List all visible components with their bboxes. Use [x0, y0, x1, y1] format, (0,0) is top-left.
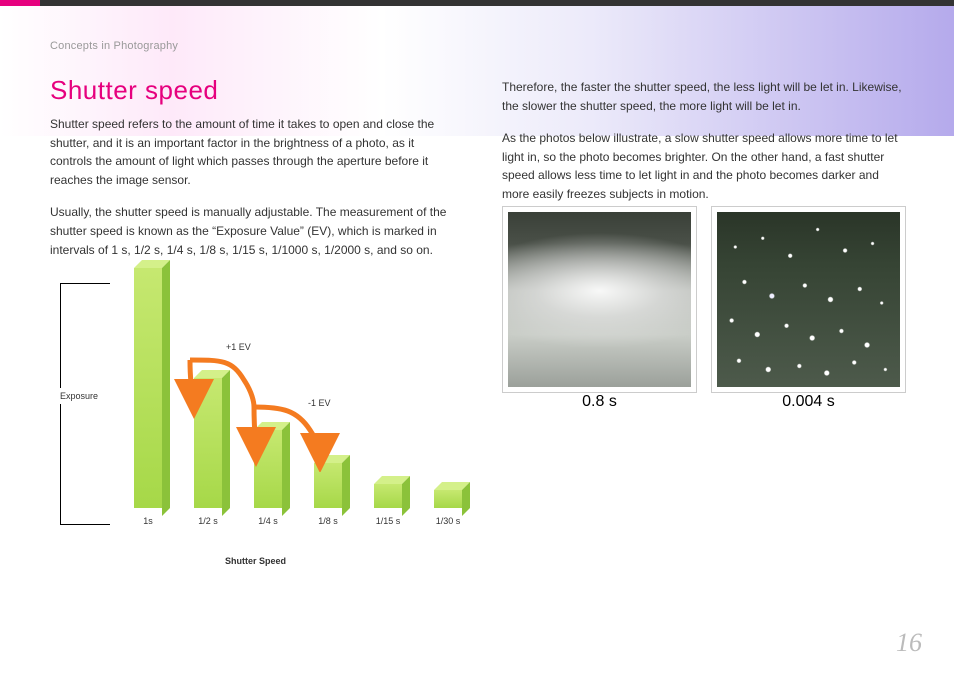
bar-label: 1s	[143, 516, 153, 526]
bar	[194, 378, 222, 508]
page-title: Shutter speed	[50, 75, 218, 106]
y-axis-bracket	[60, 283, 110, 525]
paragraph: As the photos below illustrate, a slow s…	[502, 129, 907, 203]
bar-slot: 1s	[118, 268, 178, 526]
paragraph: Therefore, the faster the shutter speed,…	[502, 78, 907, 115]
bar-slot: 1/4 s	[238, 430, 298, 526]
bar-label: 1/2 s	[198, 516, 218, 526]
example-photo	[717, 212, 900, 387]
top-border-accent	[0, 0, 40, 6]
photo-row: 0.8 s 0.004 s	[502, 206, 906, 411]
bar-slot: 1/8 s	[298, 463, 358, 526]
bar	[314, 463, 342, 508]
annotation-plus-ev: +1 EV	[226, 342, 251, 352]
bar	[434, 490, 462, 508]
bar-label: 1/8 s	[318, 516, 338, 526]
y-axis-label: Exposure	[59, 388, 99, 404]
left-column: Shutter speed refers to the amount of ti…	[50, 115, 455, 273]
bar-label: 1/4 s	[258, 516, 278, 526]
photo-frame	[711, 206, 906, 393]
photo-frame	[502, 206, 697, 393]
page-number: 16	[896, 628, 922, 658]
bar-slot: 1/30 s	[418, 490, 478, 526]
bar-label: 1/15 s	[376, 516, 401, 526]
chapter-label: Concepts in Photography	[50, 40, 178, 52]
bar	[254, 430, 282, 508]
bar-slot: 1/2 s	[178, 378, 238, 526]
photo-caption: 0.004 s	[782, 393, 834, 411]
paragraph: Shutter speed refers to the amount of ti…	[50, 115, 455, 189]
top-border	[0, 0, 954, 6]
x-axis-label: Shutter Speed	[225, 556, 286, 566]
bar	[374, 484, 402, 508]
example-photo	[508, 212, 691, 387]
exposure-chart: Exposure 1s 1/2 s 1/4 s 1/8 s 1/15 s 1/30 s +…	[60, 278, 480, 578]
bar-group: 1s 1/2 s 1/4 s 1/8 s 1/15 s 1/30 s	[118, 278, 478, 526]
paragraph: Usually, the shutter speed is manually a…	[50, 203, 455, 259]
right-column: Therefore, the faster the shutter speed,…	[502, 78, 907, 218]
photo-caption: 0.8 s	[582, 393, 617, 411]
bar-label: 1/30 s	[436, 516, 461, 526]
bar	[134, 268, 162, 508]
annotation-minus-ev: -1 EV	[308, 398, 331, 408]
bar-slot: 1/15 s	[358, 484, 418, 526]
